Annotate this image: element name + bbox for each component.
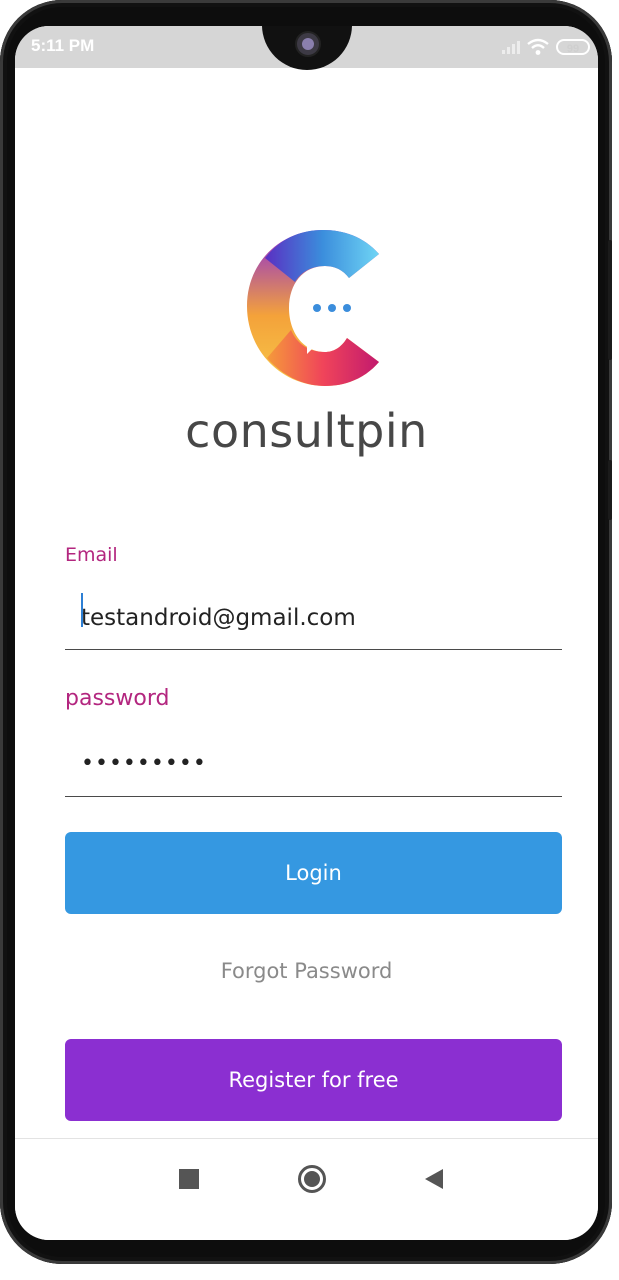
signal-icon <box>502 40 520 54</box>
password-label: password <box>65 686 170 711</box>
navigation-bar <box>15 1138 598 1240</box>
status-time: 5:11 PM <box>31 36 95 55</box>
consultpin-logo-icon <box>247 230 379 386</box>
register-button[interactable]: Register for free <box>65 1039 562 1121</box>
home-circle-icon[interactable] <box>298 1165 326 1193</box>
password-field[interactable] <box>65 730 562 797</box>
status-icons: 99 <box>502 38 590 56</box>
email-field[interactable] <box>65 586 562 650</box>
recents-square-icon[interactable] <box>179 1169 199 1189</box>
text-cursor <box>81 593 83 627</box>
brand-name: consultpin <box>185 404 428 458</box>
forgot-password-link[interactable]: Forgot Password <box>15 959 598 983</box>
power-button <box>608 240 612 360</box>
wifi-icon <box>527 38 549 55</box>
screen: 5:11 PM 99 consultpin Email testandroid@… <box>15 26 598 1240</box>
back-triangle-icon[interactable] <box>423 1167 445 1191</box>
volume-button <box>608 460 612 520</box>
battery-icon: 99 <box>556 39 590 55</box>
phone-frame: 5:11 PM 99 consultpin Email testandroid@… <box>0 0 612 1264</box>
email-label: Email <box>65 544 118 566</box>
login-button[interactable]: Login <box>65 832 562 914</box>
front-camera <box>295 31 321 57</box>
